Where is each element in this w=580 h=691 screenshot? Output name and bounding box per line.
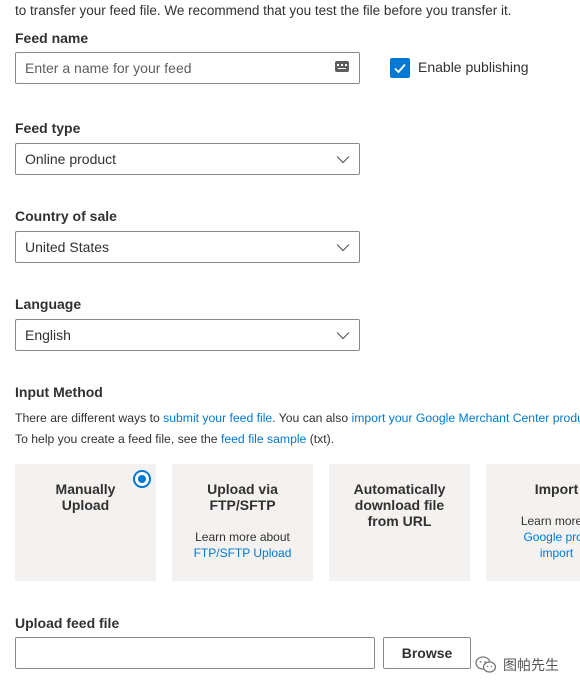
- info-text: To help you create a feed file, see the: [15, 432, 221, 446]
- import-link[interactable]: import: [486, 545, 580, 561]
- watermark: 图帕先生: [475, 655, 559, 675]
- input-method-info-line1: There are different ways to submit your …: [15, 411, 580, 425]
- submit-feed-file-link[interactable]: submit your feed file: [163, 411, 272, 425]
- card-upload-ftp[interactable]: Upload via FTP/SFTP Learn more about FTP…: [172, 464, 313, 581]
- feed-type-label: Feed type: [15, 120, 81, 136]
- import-merchant-center-link[interactable]: import your Google Merchant Center produ…: [352, 411, 580, 425]
- wechat-icon: [475, 656, 497, 673]
- language-value: English: [25, 327, 71, 343]
- upload-file-input[interactable]: [15, 637, 375, 669]
- keyboard-icon[interactable]: [335, 61, 349, 72]
- enable-publishing-checkbox[interactable]: [390, 58, 410, 78]
- input-method-label: Input Method: [15, 384, 103, 400]
- card-title: Manually Upload: [55, 481, 116, 513]
- chevron-down-icon: [336, 332, 350, 340]
- card-title: Automatically download file from URL: [353, 481, 446, 529]
- browse-button[interactable]: Browse: [383, 637, 471, 669]
- feed-type-value: Online product: [25, 151, 117, 167]
- feed-file-sample-link[interactable]: feed file sample: [221, 432, 306, 446]
- card-download-from-url[interactable]: Automatically download file from URL: [329, 464, 470, 581]
- feed-name-input[interactable]: Enter a name for your feed: [15, 52, 360, 84]
- language-dropdown[interactable]: English: [15, 319, 360, 351]
- country-of-sale-dropdown[interactable]: United States: [15, 231, 360, 263]
- ftp-upload-link[interactable]: FTP/SFTP Upload: [172, 545, 313, 561]
- watermark-text: 图帕先生: [503, 657, 559, 673]
- info-text: . You can also: [272, 411, 352, 425]
- checkmark-icon: [394, 63, 406, 74]
- feed-name-label: Feed name: [15, 30, 89, 46]
- card-subtext: Learn more about: [195, 530, 290, 544]
- card-subtext: Learn more a: [520, 514, 580, 528]
- card-import[interactable]: Import Learn more a Google prod import: [486, 464, 580, 581]
- input-method-info-line2: To help you create a feed file, see the …: [15, 432, 334, 446]
- enable-publishing-label[interactable]: Enable publishing: [418, 59, 529, 75]
- radio-selected-icon[interactable]: [133, 470, 151, 488]
- info-text: (txt).: [306, 432, 335, 446]
- feed-type-dropdown[interactable]: Online product: [15, 143, 360, 175]
- country-of-sale-label: Country of sale: [15, 208, 117, 224]
- country-of-sale-value: United States: [25, 239, 110, 255]
- card-title: Upload via FTP/SFTP: [207, 481, 278, 513]
- upload-feed-file-label: Upload feed file: [15, 615, 120, 631]
- card-title: Import: [534, 481, 579, 497]
- feed-name-placeholder: Enter a name for your feed: [25, 60, 192, 76]
- card-manually-upload[interactable]: Manually Upload: [15, 464, 156, 581]
- info-text: There are different ways to: [15, 411, 164, 425]
- chevron-down-icon: [336, 156, 350, 164]
- language-label: Language: [15, 296, 82, 312]
- import-link[interactable]: Google prod: [486, 529, 580, 545]
- intro-text: to transfer your feed file. We recommend…: [15, 3, 512, 18]
- chevron-down-icon: [336, 244, 350, 252]
